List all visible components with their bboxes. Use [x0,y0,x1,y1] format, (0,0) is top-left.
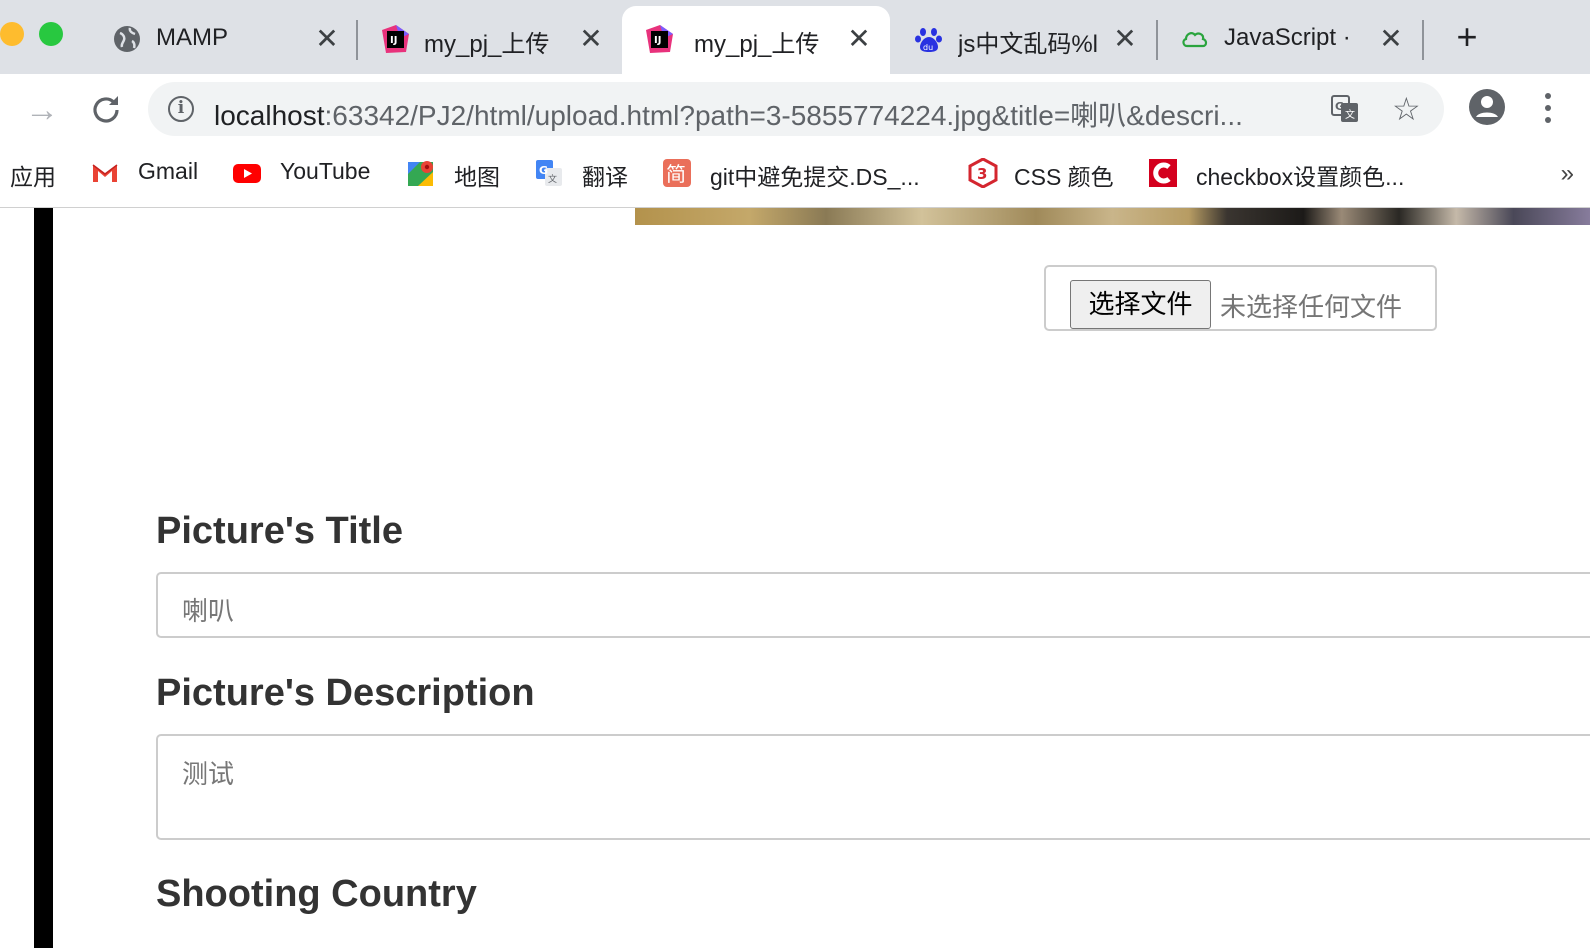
left-border-bar [34,208,53,948]
url-path: :63342/PJ2/html/upload.html?path=3-58557… [324,100,1243,131]
tab-my-pj-upload-active[interactable]: IJ my_pj_上传 ✕ [622,6,890,74]
browser-toolbar: → i localhost:63342/PJ2/html/upload.html… [0,74,1590,144]
kebab-menu-icon[interactable] [1538,88,1558,128]
bookmark-label: git中避免提交.DS_... [710,164,920,190]
bookmark-label: 应用 [10,164,56,190]
svg-text:du: du [923,43,933,52]
tab-title: my_pj_上传 [694,31,820,58]
svg-text:文: 文 [1345,108,1355,121]
close-tab-icon[interactable]: ✕ [844,22,874,56]
close-tab-icon[interactable]: ✕ [1110,22,1140,56]
svg-text:3: 3 [977,165,987,183]
profile-avatar-icon[interactable] [1468,88,1506,126]
url-text[interactable]: localhost:63342/PJ2/html/upload.html?pat… [214,94,1304,134]
cloud-icon [1182,32,1208,48]
tab-mamp[interactable]: MAMP ✕ [100,6,356,74]
tab-javascript[interactable]: JavaScript · ✕ [1168,6,1418,74]
title-input-value: 喇叭 [182,596,235,626]
title-label: Picture's Title [156,510,403,552]
close-tab-icon[interactable]: ✕ [1376,22,1406,56]
address-bar[interactable]: i localhost:63342/PJ2/html/upload.html?p… [148,82,1444,136]
bookmarks-overflow-icon[interactable]: » [1561,160,1574,188]
svg-text:G: G [539,164,548,177]
tab-separator [1156,20,1158,60]
translate-page-icon[interactable]: G文 [1330,94,1360,124]
tab-title: js中文乱码%l [958,31,1098,58]
bookmark-label: 地图 [454,164,500,190]
tab-title: MAMP [156,24,228,51]
site-info-icon[interactable]: i [168,96,194,122]
tab-separator [1422,20,1424,60]
close-tab-icon[interactable]: ✕ [576,22,606,56]
tab-separator [356,20,358,60]
maps-icon [408,161,433,186]
bookmark-label: CSS 颜色 [1014,164,1114,190]
jian-icon: 简 [663,159,691,187]
svg-text:IJ: IJ [390,35,397,46]
bookmark-label: checkbox设置颜色... [1196,164,1405,190]
tab-my-pj-upload[interactable]: IJ my_pj_上传 ✕ [368,6,620,74]
tab-title: JavaScript · [1224,24,1351,51]
description-label: Picture's Description [156,672,535,714]
css3-icon: 3 [968,158,998,188]
jetbrains-icon: IJ [382,25,409,53]
url-host: localhost [214,100,325,131]
tab-strip: MAMP ✕ IJ my_pj_上传 ✕ IJ my_pj_上传 ✕ du js… [0,0,1590,74]
description-textarea-value: 测试 [182,759,235,789]
title-input[interactable]: 喇叭 [156,572,1590,638]
choose-file-button[interactable]: 选择文件 [1070,280,1211,329]
c-icon [1149,159,1177,187]
new-tab-icon[interactable]: + [1450,19,1484,55]
globe-icon [114,26,140,52]
file-upload-box: 选择文件 未选择任何文件 [1044,265,1437,331]
gmail-icon [92,164,118,182]
country-label: Shooting Country [156,873,477,915]
description-textarea[interactable]: 测试 [156,734,1590,840]
page-content: 选择文件 未选择任何文件 Picture's Title 喇叭 Picture'… [0,208,1590,948]
bookmark-star-icon[interactable]: ☆ [1392,90,1421,128]
uploaded-image-preview [635,208,1590,225]
svg-text:G: G [1335,100,1344,113]
minimize-window-button[interactable] [0,22,24,46]
file-status-text: 未选择任何文件 [1220,292,1403,322]
forward-icon[interactable]: → [22,90,62,130]
svg-text:简: 简 [666,162,686,186]
bookmarks-bar: 应用 Gmail YouTube 地图 G文 翻译 简 git中避免提交.DS_… [0,144,1590,208]
tab-title: my_pj_上传 [424,31,550,58]
close-tab-icon[interactable]: ✕ [312,22,342,56]
bookmark-label: Gmail [138,158,199,184]
maximize-window-button[interactable] [39,22,63,46]
bookmark-label: YouTube [280,158,371,184]
svg-text:文: 文 [548,173,557,185]
jetbrains-icon: IJ [646,25,673,53]
tab-js-encoding[interactable]: du js中文乱码%l ✕ [902,6,1150,74]
svg-text:IJ: IJ [654,35,661,46]
youtube-icon [233,164,261,183]
reload-icon[interactable] [86,90,126,130]
google-translate-icon: G文 [536,160,562,186]
baidu-icon: du [915,28,942,52]
bookmark-label: 翻译 [582,164,628,190]
